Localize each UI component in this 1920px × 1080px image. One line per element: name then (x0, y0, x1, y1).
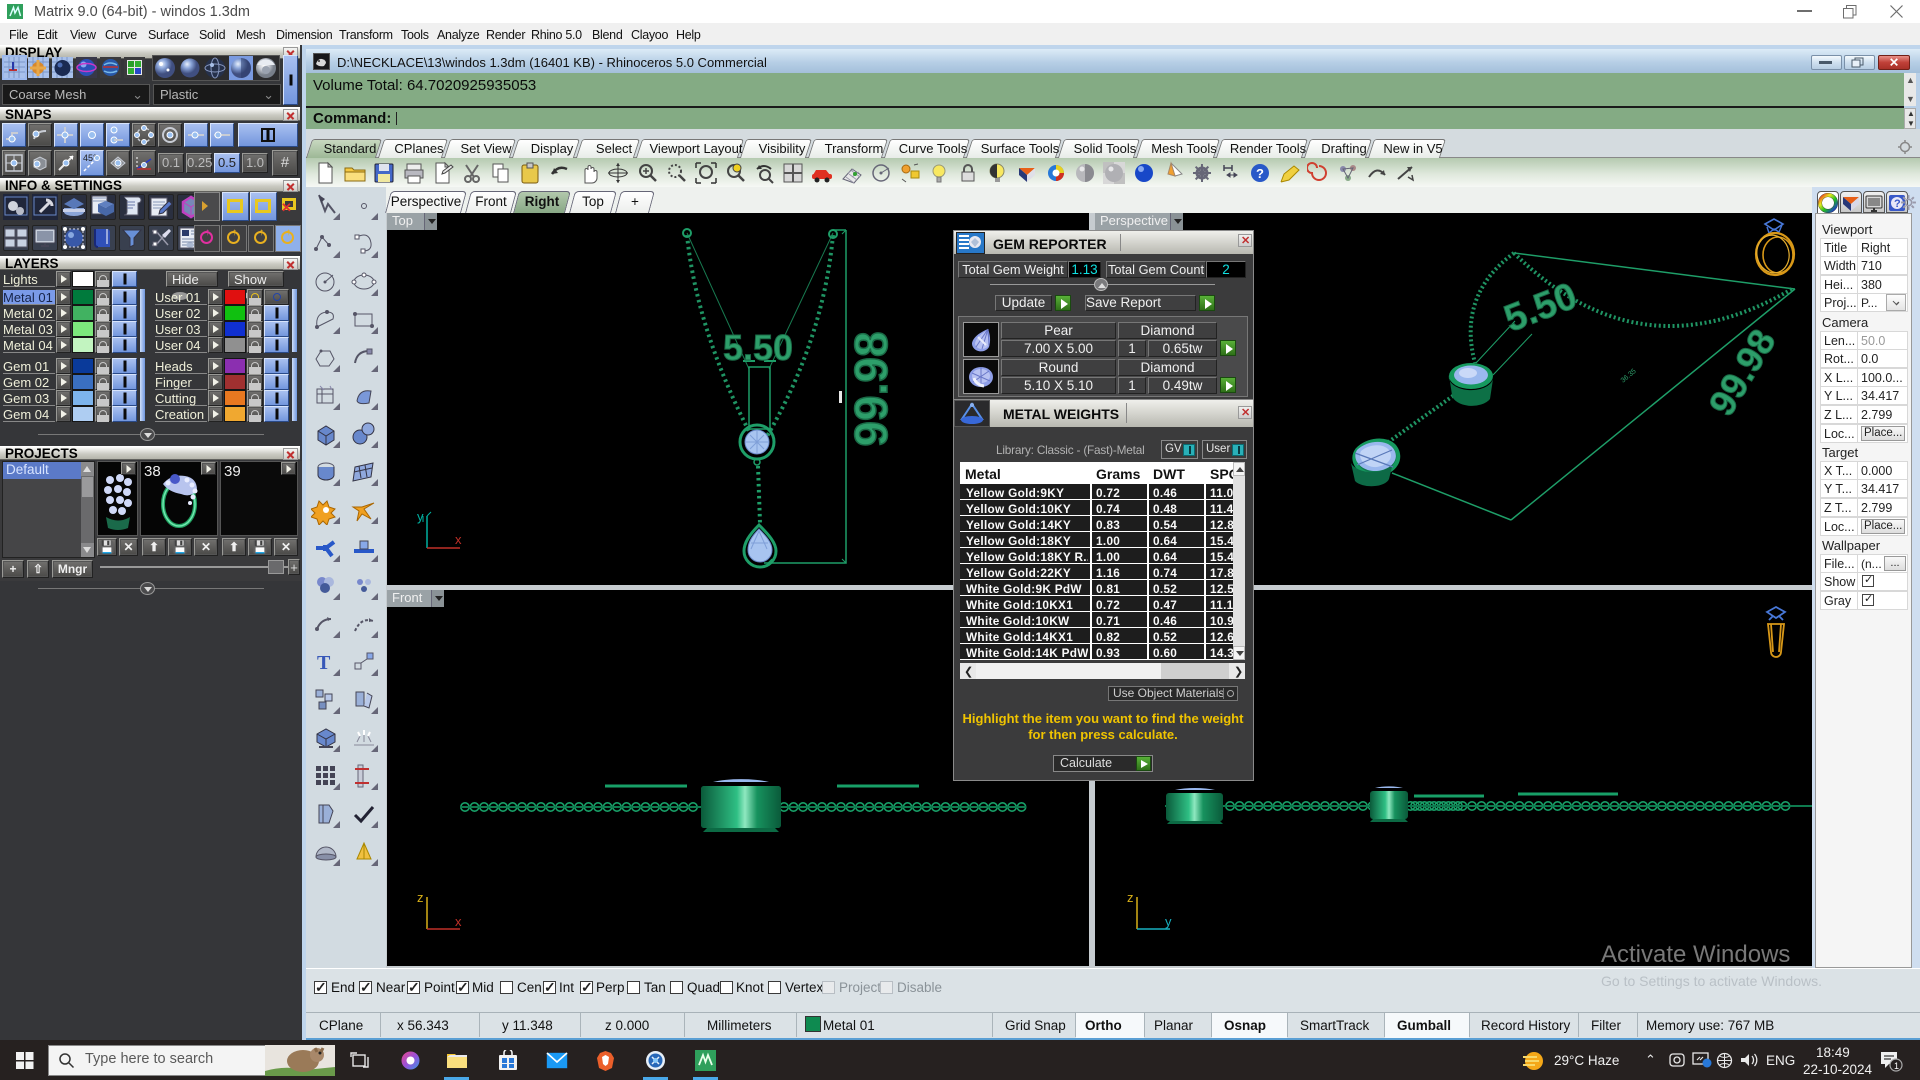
svg-text:z: z (417, 890, 424, 905)
svg-text:x: x (455, 914, 462, 929)
svg-text:x: x (455, 532, 462, 547)
svg-text:z: z (1127, 890, 1134, 905)
svg-text:Activate Windows: Activate Windows (1601, 941, 1790, 966)
svg-text:5.50: 5.50 (1499, 275, 1583, 341)
svg-text:5.50: 5.50 (723, 327, 793, 368)
svg-text:99.98: 99.98 (1701, 322, 1784, 422)
svg-text:T: T (317, 652, 331, 674)
svg-text:?: ? (1256, 166, 1264, 181)
svg-text:99.98: 99.98 (845, 331, 897, 446)
svg-text:1: 1 (1894, 1061, 1899, 1071)
svg-text:36.35: 36.35 (1620, 368, 1638, 385)
svg-text:y: y (1165, 914, 1172, 929)
